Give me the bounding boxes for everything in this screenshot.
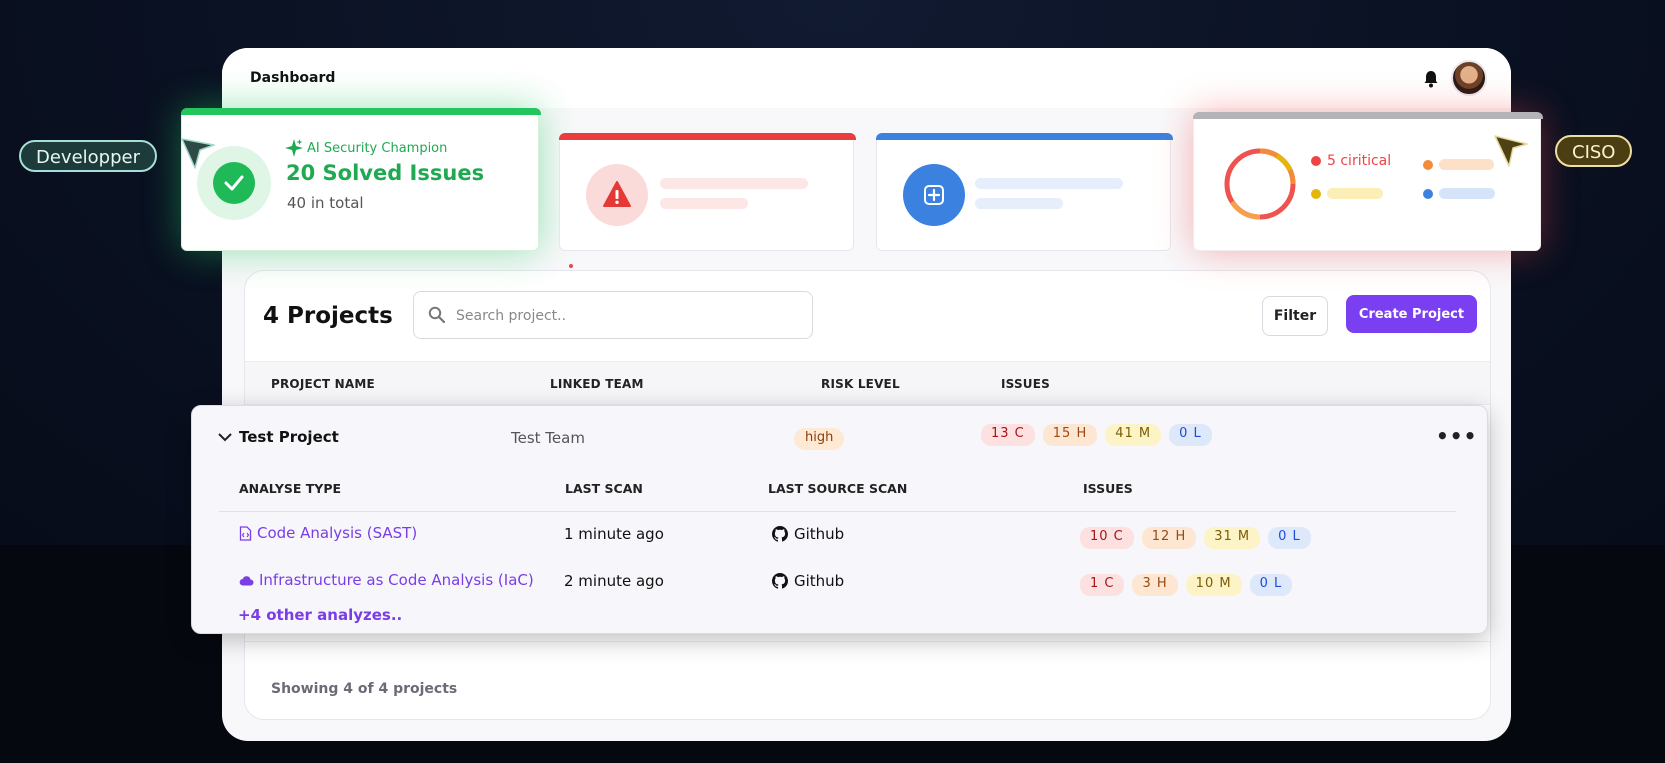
github-icon — [772, 573, 788, 589]
placeholder-line — [975, 198, 1063, 209]
card-accent-bar — [559, 133, 856, 140]
risk-summary-card[interactable]: 5 ciritical — [1193, 112, 1543, 251]
cloud-icon — [239, 575, 254, 586]
page-title: Dashboard — [250, 70, 336, 86]
card-accent-bar — [876, 133, 1173, 140]
code-file-icon — [239, 525, 252, 541]
column-linked-team[interactable]: LINKED TEAM — [550, 377, 644, 391]
legend-low — [1423, 188, 1495, 199]
subcolumn-issues: ISSUES — [1083, 481, 1133, 496]
medium-dot — [1311, 188, 1321, 199]
expanded-project-row[interactable]: Test Project Test Team high 13 C 15 H 41… — [191, 405, 1488, 634]
placeholder-line — [660, 178, 808, 189]
low-dot — [1423, 188, 1433, 199]
high-count-badge: 3 H — [1132, 574, 1178, 596]
table-header: PROJECT NAME LINKED TEAM RISK LEVEL ISSU… — [245, 361, 1490, 405]
champion-card[interactable]: AI Security Champion 20 Solved Issues 40… — [181, 108, 541, 251]
search-box[interactable] — [413, 291, 813, 339]
source-label: Github — [794, 572, 845, 590]
analysis-source: Github — [772, 572, 844, 590]
developer-tag: Developper — [19, 140, 158, 172]
risk-badge: high — [794, 428, 845, 450]
placeholder-line — [1327, 188, 1383, 199]
critical-label: 5 ciritical — [1327, 153, 1392, 169]
card-accent-bar — [1193, 112, 1543, 119]
placeholder-line — [660, 198, 748, 209]
subtable-divider — [219, 511, 1456, 512]
analysis-last-scan: 1 minute ago — [564, 525, 664, 543]
top-bar: Dashboard — [222, 48, 1511, 108]
pagination-summary: Showing 4 of 4 projects — [271, 681, 458, 697]
add-card[interactable] — [876, 133, 1173, 251]
footer-divider — [245, 641, 1490, 642]
project-name[interactable]: Test Project — [239, 428, 339, 446]
legend-critical: 5 ciritical — [1311, 153, 1391, 169]
column-project-name[interactable]: PROJECT NAME — [271, 377, 375, 391]
champion-text: AI Security Champion — [307, 140, 448, 156]
search-icon — [428, 306, 446, 324]
github-icon — [772, 526, 788, 542]
card-accent-bar — [181, 108, 541, 115]
analysis-name[interactable]: Code Analysis (SAST) — [257, 524, 417, 542]
chevron-down-icon[interactable] — [218, 432, 232, 442]
high-dot — [1423, 159, 1433, 170]
critical-count-badge: 1 C — [1080, 574, 1125, 596]
warning-icon — [586, 164, 648, 226]
analysis-last-scan: 2 minute ago — [564, 572, 664, 590]
analysis-source: Github — [772, 525, 844, 543]
column-issues[interactable]: ISSUES — [1001, 377, 1050, 391]
solved-issues-count: 20 Solved Issues — [286, 161, 485, 185]
donut-chart — [1224, 148, 1296, 220]
create-project-button[interactable]: Create Project — [1346, 295, 1477, 333]
alerts-card[interactable] — [559, 133, 856, 251]
search-input[interactable] — [456, 304, 796, 328]
user-avatar[interactable] — [1451, 60, 1487, 96]
analysis-row-sast[interactable]: Code Analysis (SAST) — [239, 524, 417, 542]
plus-icon — [903, 164, 965, 226]
more-horizontal-icon[interactable]: ••• — [1436, 424, 1477, 448]
subcolumn-last-source-scan: LAST SOURCE SCAN — [768, 481, 908, 496]
low-count-badge: 0 L — [1268, 527, 1311, 549]
legend-medium — [1311, 188, 1383, 199]
analysis-row-iac[interactable]: Infrastructure as Code Analysis (IaC) — [239, 571, 534, 589]
critical-count-badge: 13 C — [981, 424, 1035, 446]
low-count-badge: 0 L — [1169, 424, 1212, 446]
legend-high — [1423, 159, 1494, 170]
medium-count-badge: 31 M — [1204, 527, 1261, 549]
source-label: Github — [794, 525, 845, 543]
filter-button[interactable]: Filter — [1262, 296, 1328, 336]
high-count-badge: 15 H — [1042, 424, 1098, 446]
analysis-issue-pills: 10 C 12 H 31 M 0 L — [1080, 527, 1311, 549]
placeholder-line — [1439, 188, 1495, 199]
project-issue-pills: 13 C 15 H 41 M 0 L — [981, 424, 1212, 446]
developer-cursor-icon — [181, 138, 215, 169]
subcolumn-analyse-type: ANALYSE TYPE — [239, 481, 342, 496]
projects-title: 4 Projects — [263, 303, 393, 329]
high-count-badge: 12 H — [1141, 527, 1197, 549]
subcolumn-last-scan: LAST SCAN — [565, 481, 643, 496]
champion-label: AI Security Champion — [285, 139, 447, 157]
ciso-cursor-icon — [1494, 135, 1528, 167]
placeholder-line — [1439, 159, 1494, 170]
medium-count-badge: 41 M — [1105, 424, 1162, 446]
bell-icon[interactable] — [1423, 70, 1439, 88]
analysis-name[interactable]: Infrastructure as Code Analysis (IaC) — [259, 571, 534, 589]
placeholder-line — [975, 178, 1123, 189]
total-issues: 40 in total — [287, 194, 364, 212]
check-icon — [213, 162, 255, 204]
project-team: Test Team — [511, 429, 585, 447]
medium-count-badge: 10 M — [1185, 574, 1242, 596]
ciso-tag: CISO — [1555, 135, 1633, 167]
indicator-dot — [569, 264, 573, 268]
other-analyzes-link[interactable]: +4 other analyzes.. — [238, 606, 402, 624]
column-risk-level[interactable]: RISK LEVEL — [821, 377, 900, 391]
critical-dot — [1311, 156, 1321, 166]
critical-count-badge: 10 C — [1080, 527, 1134, 549]
analysis-issue-pills: 1 C 3 H 10 M 0 L — [1080, 574, 1293, 596]
sparkle-icon — [285, 139, 303, 157]
low-count-badge: 0 L — [1249, 574, 1293, 596]
